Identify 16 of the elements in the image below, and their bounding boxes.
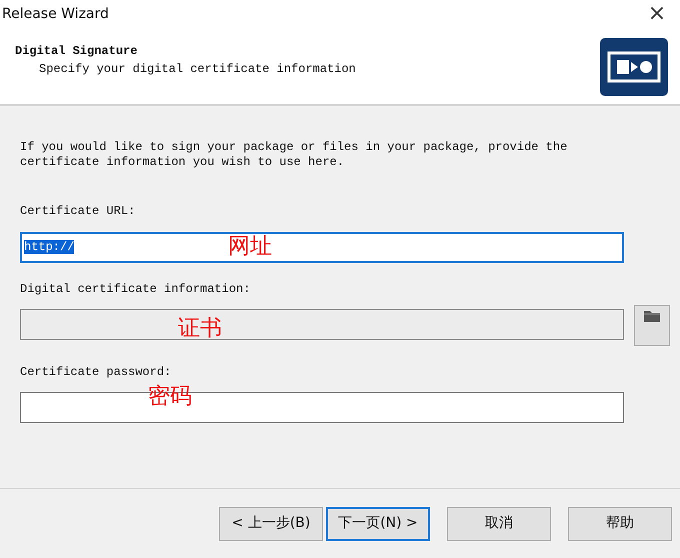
close-button[interactable]: × (634, 0, 680, 28)
page-title: Digital Signature (15, 43, 138, 60)
wizard-logo-icon (600, 38, 668, 96)
page-subtitle: Specify your digital certificate information (38, 61, 356, 78)
window-title: Release Wizard (2, 4, 109, 24)
field-label: Certificate password: (20, 364, 172, 381)
folder-icon (643, 309, 661, 323)
wizard-button[interactable]: 下一页(N) > (326, 506, 430, 540)
field-label: Certificate URL: (20, 203, 136, 220)
field-label: Digital certificate information: (20, 281, 250, 298)
annotation-text: 网址 (228, 236, 272, 258)
wizard-button[interactable]: 帮助 (568, 506, 672, 540)
wizard-button[interactable]: < 上一步(B) (219, 506, 323, 540)
wizard-button[interactable]: 取消 (447, 506, 551, 540)
instruction-text: If you would like to sign your package or files in your package, provide the certificate information you wish to use here. (20, 140, 568, 170)
annotation-text: 证书 (178, 318, 222, 340)
